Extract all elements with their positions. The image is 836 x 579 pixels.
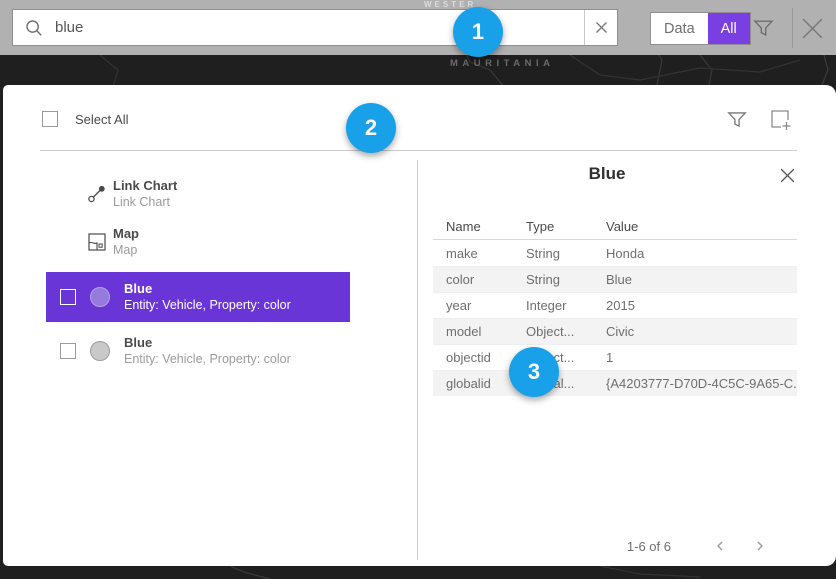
search-input[interactable]: [55, 10, 584, 45]
search-box: [12, 9, 618, 46]
result-item-blue-selected[interactable]: Blue Entity: Vehicle, Property: color: [46, 272, 350, 322]
toolbar-divider: [792, 8, 793, 48]
search-results-panel: Select All: [3, 85, 836, 566]
select-all-row: Select All: [42, 111, 128, 127]
filter-icon[interactable]: [752, 16, 775, 44]
table-row: globalid Global... {A4203777-D70D-4C5C-9…: [433, 370, 797, 396]
result-subtitle: Entity: Vehicle, Property: color: [124, 297, 291, 313]
attribute-table: Name Type Value make String Honda color …: [433, 214, 797, 396]
next-page-button[interactable]: [753, 539, 767, 553]
result-title: Blue: [124, 335, 291, 351]
close-icon: [779, 167, 796, 184]
search-scope-toggle: Data All: [650, 12, 751, 45]
table-row: year Integer 2015: [433, 292, 797, 318]
header-divider: [40, 150, 797, 151]
result-title: Map: [113, 226, 139, 242]
close-icon: [800, 16, 825, 41]
column-header-value: Value: [593, 219, 797, 234]
chevron-right-icon: [753, 539, 767, 553]
table-row: objectid Object... 1: [433, 344, 797, 370]
panel-divider: [417, 160, 418, 560]
close-icon: [595, 21, 608, 34]
detail-panel-title: Blue: [417, 164, 797, 184]
select-all-checkbox[interactable]: [42, 111, 58, 127]
result-title: Link Chart: [113, 178, 177, 194]
annotation-callout-1: 1: [453, 7, 503, 57]
app-window: MAURITANIA WESTER Data All: [0, 0, 836, 579]
select-all-label: Select All: [75, 112, 128, 127]
column-header-name: Name: [433, 219, 513, 234]
pagination: 1-6 of 6: [417, 535, 797, 557]
entity-circle-icon: [90, 341, 110, 361]
table-row: color String Blue: [433, 266, 797, 292]
search-icon: [13, 19, 55, 37]
results-filter-icon[interactable]: [726, 108, 748, 135]
detail-close-button[interactable]: [779, 167, 796, 189]
result-subtitle: Link Chart: [113, 194, 177, 210]
clear-search-button[interactable]: [584, 10, 617, 45]
page-range-label: 1-6 of 6: [627, 539, 671, 554]
table-header-row: Name Type Value: [433, 214, 797, 240]
result-checkbox[interactable]: [60, 289, 76, 305]
scope-option-data[interactable]: Data: [651, 13, 708, 44]
entity-circle-icon: [90, 287, 110, 307]
result-subtitle: Map: [113, 242, 139, 258]
result-item-map[interactable]: Map Map: [81, 226, 139, 258]
table-row: make String Honda: [433, 240, 797, 266]
close-search-button[interactable]: [800, 16, 825, 46]
map-country-label: MAURITANIA: [450, 58, 554, 69]
result-item-blue[interactable]: Blue Entity: Vehicle, Property: color: [46, 328, 350, 374]
annotation-callout-2: 2: [346, 103, 396, 153]
link-chart-icon: [81, 184, 113, 204]
result-checkbox[interactable]: [60, 343, 76, 359]
annotation-callout-3: 3: [509, 347, 559, 397]
column-header-type: Type: [513, 219, 593, 234]
add-to-new-icon[interactable]: [768, 107, 792, 136]
search-toolbar: WESTER Data All: [0, 0, 836, 55]
result-subtitle: Entity: Vehicle, Property: color: [124, 351, 291, 367]
result-item-link-chart[interactable]: Link Chart Link Chart: [81, 178, 177, 210]
scope-option-all[interactable]: All: [708, 13, 750, 44]
previous-page-button[interactable]: [713, 539, 727, 553]
table-row: model Object... Civic: [433, 318, 797, 344]
result-title: Blue: [124, 281, 291, 297]
map-icon: [81, 232, 113, 252]
chevron-left-icon: [713, 539, 727, 553]
